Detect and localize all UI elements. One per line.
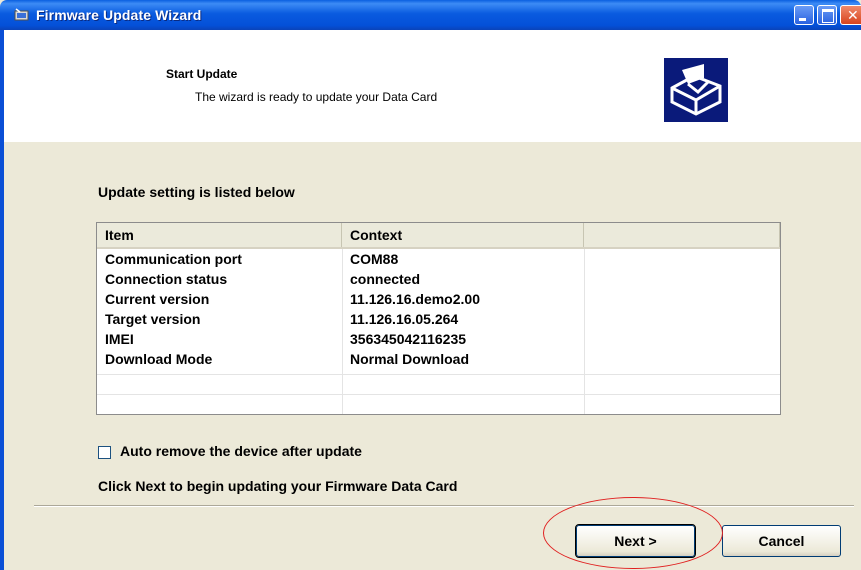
cancel-button[interactable]: Cancel: [722, 525, 841, 557]
table-row[interactable]: IMEI 356345042116235: [97, 329, 780, 349]
table-cell: Current version: [105, 291, 210, 307]
table-row[interactable]: Connection status connected: [97, 269, 780, 289]
instruction-text: Click Next to begin updating your Firmwa…: [98, 478, 458, 494]
auto-remove-label[interactable]: Auto remove the device after update: [120, 443, 362, 459]
list-body: Communication port COM88 Connection status…: [97, 249, 780, 369]
settings-list[interactable]: Item Context Communication port COM88 Conn…: [96, 222, 781, 415]
table-cell: [584, 329, 780, 349]
table-cell: connected: [350, 271, 421, 287]
table-cell: [584, 269, 780, 289]
app-icon: [14, 8, 29, 21]
maximize-icon: [822, 9, 834, 23]
table-cell: COM88: [350, 251, 399, 267]
settings-heading: Update setting is listed below: [98, 184, 295, 200]
table-cell: Normal Download: [350, 351, 470, 367]
table-cell: Connection status: [105, 271, 228, 287]
minimize-icon: [799, 18, 806, 21]
table-row[interactable]: Download Mode Normal Download: [97, 349, 780, 369]
table-cell: [584, 249, 780, 269]
page-title: Start Update: [166, 67, 238, 81]
table-cell: 11.126.16.demo2.00: [350, 291, 480, 307]
data-card-install-icon: [664, 58, 728, 122]
table-row[interactable]: Communication port COM88: [97, 249, 780, 269]
page-subtitle: The wizard is ready to update your Data …: [195, 90, 438, 104]
table-row[interactable]: Current version 11.126.16.demo2.00: [97, 289, 780, 309]
row-divider: [97, 374, 780, 375]
table-cell: [584, 349, 780, 369]
table-cell: [584, 309, 780, 329]
minimize-button[interactable]: [794, 5, 814, 25]
row-divider: [97, 394, 780, 395]
table-cell: Communication port: [105, 251, 242, 267]
table-cell: IMEI: [105, 331, 134, 347]
column-header-item[interactable]: Item: [97, 223, 342, 247]
table-cell: Target version: [105, 311, 201, 327]
column-header-context[interactable]: Context: [342, 223, 584, 247]
column-header-extra[interactable]: [584, 223, 780, 247]
table-row[interactable]: Target version 11.126.16.05.264: [97, 309, 780, 329]
next-button[interactable]: Next >: [575, 524, 696, 558]
divider: [34, 505, 854, 507]
close-icon: ✕: [847, 7, 859, 23]
window-title: Firmware Update Wizard: [36, 7, 202, 23]
wizard-header: Start Update The wizard is ready to upda…: [4, 30, 861, 142]
close-button[interactable]: ✕: [840, 5, 861, 25]
table-cell: Download Mode: [105, 351, 213, 367]
auto-remove-checkbox[interactable]: [98, 446, 111, 459]
list-header: Item Context: [97, 223, 780, 249]
table-cell: [584, 289, 780, 309]
table-cell: 11.126.16.05.264: [350, 311, 459, 327]
title-bar[interactable]: Firmware Update Wizard ✕: [0, 0, 861, 30]
table-cell: 356345042116235: [350, 331, 467, 347]
maximize-button[interactable]: [817, 5, 837, 25]
